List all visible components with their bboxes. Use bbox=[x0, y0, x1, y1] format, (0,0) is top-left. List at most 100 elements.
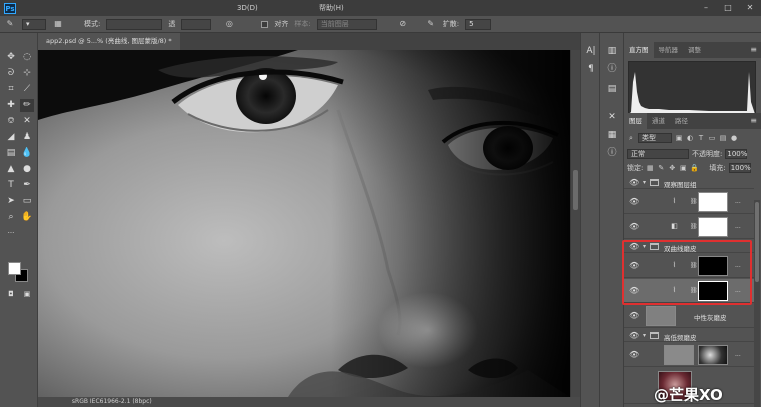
lock-artboard-icon[interactable]: ▣ bbox=[679, 164, 687, 172]
eraser-tool-icon[interactable]: ◢ bbox=[4, 131, 18, 144]
smart-filter-icon[interactable]: ▤ bbox=[719, 134, 727, 142]
visibility-eye-icon[interactable]: 👁 bbox=[629, 178, 639, 187]
move-tool-icon[interactable]: ✥ bbox=[4, 51, 18, 64]
brush-preset-icon[interactable]: ✎ bbox=[4, 18, 16, 30]
mask-thumbnail[interactable] bbox=[698, 192, 728, 212]
align-checkbox[interactable] bbox=[261, 20, 269, 28]
document-canvas[interactable] bbox=[38, 50, 570, 397]
tool-presets-icon[interactable]: ✕ bbox=[605, 111, 619, 124]
type-tool-icon[interactable]: T bbox=[4, 179, 18, 192]
crop-tool-icon[interactable]: ⌗ bbox=[4, 83, 18, 96]
layer-group-dual-curve[interactable]: 👁 ▾ 双曲线磨皮 bbox=[624, 240, 754, 253]
ignore-adjustment-icon[interactable]: ⊘ bbox=[397, 18, 409, 30]
stamp-tool-icon[interactable]: ♟ bbox=[20, 131, 34, 144]
adjust-filter-icon[interactable]: ◐ bbox=[686, 134, 694, 142]
layer-thumbnail[interactable] bbox=[664, 345, 694, 365]
pen-tool-icon[interactable]: ✒ bbox=[20, 179, 34, 192]
zoom-tool-icon[interactable]: ⌕ bbox=[4, 211, 18, 224]
chevron-down-icon[interactable]: ▾ bbox=[643, 243, 646, 250]
brush-settings-icon[interactable]: ▦ bbox=[52, 18, 64, 30]
pressure-size-icon[interactable]: ✎ bbox=[425, 18, 437, 30]
scroll-thumb[interactable] bbox=[755, 202, 759, 282]
document-tab[interactable]: app2.psd @ 5...% (亮曲线, 图层蒙版/8) * bbox=[38, 33, 180, 50]
kind-filter-select[interactable]: 类型 bbox=[638, 132, 672, 143]
properties-panel-icon[interactable]: ⓘ bbox=[605, 147, 619, 160]
minimize-button[interactable]: – bbox=[695, 0, 717, 16]
blend-mode-select[interactable]: 正常 bbox=[627, 148, 689, 159]
filter-toggle-icon[interactable]: ● bbox=[730, 134, 738, 142]
clone-stamp-tool-icon[interactable]: ⎊ bbox=[4, 115, 18, 128]
lock-transparent-icon[interactable]: ▦ bbox=[646, 164, 654, 172]
tab-histogram[interactable]: 直方图 bbox=[624, 42, 654, 58]
shape-tool-icon[interactable]: ▭ bbox=[20, 195, 34, 208]
burn-tool-icon[interactable]: ● bbox=[20, 163, 34, 176]
lock-position-icon[interactable]: ✥ bbox=[668, 164, 676, 172]
visibility-eye-icon[interactable]: 👁 bbox=[629, 331, 639, 340]
quick-select-tool-icon[interactable]: ⊹ bbox=[20, 67, 34, 80]
healing-brush-tool-icon[interactable]: ✚ bbox=[4, 99, 18, 112]
layer-group-observe[interactable]: 👁 ▾ 观察图层组 bbox=[624, 176, 754, 189]
mode-select[interactable] bbox=[106, 18, 163, 30]
sample-select[interactable]: 当前图层 bbox=[316, 18, 377, 30]
hand-tool-icon[interactable]: ✋ bbox=[20, 211, 34, 224]
lock-all-icon[interactable]: 🔒 bbox=[690, 164, 699, 172]
tab-channels[interactable]: 通道 bbox=[647, 113, 670, 129]
history-panel-icon[interactable]: ▤ bbox=[605, 83, 619, 96]
mask-thumbnail[interactable] bbox=[698, 256, 728, 276]
visibility-eye-icon[interactable]: 👁 bbox=[629, 286, 639, 295]
gradient-tool-icon[interactable]: ▤ bbox=[4, 147, 18, 160]
tab-adjustments[interactable]: 调整 bbox=[683, 42, 706, 58]
brush-panel-icon[interactable]: ▦ bbox=[605, 129, 619, 142]
blur-tool-icon[interactable]: 💧 bbox=[20, 147, 34, 160]
opacity-select[interactable] bbox=[181, 18, 212, 30]
mask-thumbnail[interactable] bbox=[698, 281, 728, 301]
shape-filter-icon[interactable]: ▭ bbox=[708, 134, 716, 142]
visibility-eye-icon[interactable]: 👁 bbox=[629, 350, 639, 359]
opacity-input[interactable]: 100% bbox=[725, 148, 747, 159]
close-button[interactable]: ✕ bbox=[739, 0, 761, 16]
fill-input[interactable]: 100% bbox=[728, 162, 751, 173]
mask-thumbnail[interactable] bbox=[698, 345, 728, 365]
layer-group-frequency[interactable]: 👁 ▾ 高低频磨皮 bbox=[624, 329, 754, 342]
quick-mask-icon[interactable]: ◘ bbox=[4, 288, 18, 301]
menu-3d[interactable]: 3D(D) bbox=[232, 4, 263, 12]
chevron-down-icon[interactable]: ▾ bbox=[643, 332, 646, 339]
paragraph-panel-icon[interactable]: ¶ bbox=[584, 63, 598, 76]
screen-mode-icon[interactable]: ▣ bbox=[20, 288, 34, 301]
lock-image-icon[interactable]: ✎ bbox=[657, 164, 665, 172]
tab-paths[interactable]: 路径 bbox=[670, 113, 693, 129]
canvas-vertical-scrollbar[interactable] bbox=[570, 50, 580, 397]
layers-scrollbar[interactable] bbox=[754, 200, 760, 407]
layer-thumbnail[interactable] bbox=[646, 306, 676, 326]
foreground-color-swatch[interactable] bbox=[8, 262, 21, 275]
tab-layers[interactable]: 图层 bbox=[624, 113, 647, 129]
brush-size-select[interactable]: ▾ bbox=[22, 18, 46, 30]
more-tools-icon[interactable]: ··· bbox=[4, 227, 18, 240]
menu-help[interactable]: 帮助(H) bbox=[314, 3, 349, 13]
path-select-tool-icon[interactable]: ➤ bbox=[4, 195, 18, 208]
character-panel-icon[interactable]: A| bbox=[584, 45, 598, 58]
histogram-panel-icon[interactable]: ▥ bbox=[605, 45, 619, 58]
info-panel-icon[interactable]: ⓘ bbox=[605, 63, 619, 76]
mask-thumbnail[interactable] bbox=[698, 217, 728, 237]
maximize-button[interactable]: □ bbox=[717, 0, 739, 16]
tab-navigator[interactable]: 导航器 bbox=[654, 42, 684, 58]
visibility-eye-icon[interactable]: 👁 bbox=[629, 261, 639, 270]
visibility-eye-icon[interactable]: 👁 bbox=[629, 197, 639, 206]
visibility-eye-icon[interactable]: 👁 bbox=[629, 311, 639, 320]
brush-tool-icon[interactable]: ✏ bbox=[20, 99, 34, 112]
eyedropper-tool-icon[interactable]: ⟋ bbox=[20, 83, 34, 96]
diffusion-select[interactable]: 5 bbox=[465, 18, 492, 30]
scroll-thumb[interactable] bbox=[573, 170, 578, 210]
history-brush-tool-icon[interactable]: ✕ bbox=[20, 115, 34, 128]
type-filter-icon[interactable]: T bbox=[697, 134, 705, 142]
pixel-filter-icon[interactable]: ▣ bbox=[675, 134, 683, 142]
chevron-down-icon[interactable]: ▾ bbox=[643, 179, 646, 186]
panel-menu-icon[interactable]: ≡ bbox=[750, 42, 757, 58]
visibility-eye-icon[interactable]: 👁 bbox=[629, 222, 639, 231]
layer-neutral-gray[interactable]: 👁 中性灰磨皮 bbox=[624, 304, 754, 328]
visibility-eye-icon[interactable]: 👁 bbox=[629, 242, 639, 251]
pressure-icon[interactable]: ◎ bbox=[223, 18, 235, 30]
dodge-tool-icon[interactable]: ▲ bbox=[4, 163, 18, 176]
lasso-tool-icon[interactable]: ᘐ bbox=[4, 67, 18, 80]
